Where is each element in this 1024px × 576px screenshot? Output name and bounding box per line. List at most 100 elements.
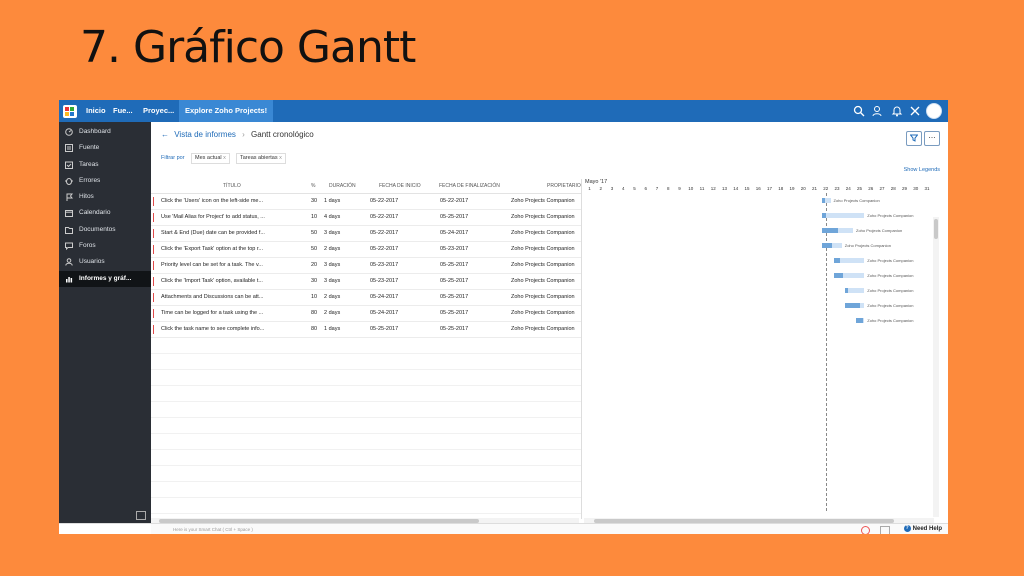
priority-marker <box>153 261 154 270</box>
table-row[interactable]: Click the 'Users' icon on the left-side … <box>151 194 581 210</box>
empty-row <box>151 418 581 434</box>
nav-inicio[interactable]: Inicio <box>86 100 106 122</box>
tab-explore-zoho-projects[interactable]: Explore Zoho Projects! <box>179 100 274 122</box>
cell-pct: 30 <box>311 278 318 284</box>
filter-button[interactable] <box>906 131 922 146</box>
table-row[interactable]: Click the 'Import Task' option, availabl… <box>151 274 581 290</box>
gantt-bar-label: Zoho Projects Companion <box>867 302 914 308</box>
sidebar-item-calendario[interactable]: Calendario <box>59 205 151 221</box>
gantt-bar-label: Zoho Projects Companion <box>833 197 880 203</box>
sidebar-item-errores[interactable]: Errores <box>59 173 151 189</box>
user-switch-icon[interactable] <box>872 105 884 117</box>
cell-title[interactable]: Attachments and Discussions can be att..… <box>161 290 273 305</box>
cell-title[interactable]: Click the task name to see complete info… <box>161 322 273 337</box>
gantt-day-label: 14 <box>733 186 739 191</box>
cell-end: 05-25-2017 <box>440 326 469 332</box>
avatar[interactable] <box>926 103 942 119</box>
cell-title[interactable]: Click the 'Export Task' option at the to… <box>161 242 273 257</box>
play-icon[interactable] <box>861 526 870 534</box>
sidebar-item-tareas[interactable]: Tareas <box>59 157 151 173</box>
cell-start: 05-24-2017 <box>370 294 399 300</box>
search-icon[interactable] <box>853 105 865 117</box>
table-row[interactable]: Use 'Mail Alias for Project' to add stat… <box>151 210 581 226</box>
sidebar-item-label: Calendario <box>79 209 111 217</box>
gantt-bar[interactable] <box>822 213 865 218</box>
filter-chip-mes-actual[interactable]: Mes actual x <box>191 153 230 164</box>
need-help-button[interactable]: ? Need Help <box>903 524 942 534</box>
empty-row <box>151 434 581 450</box>
nav-proyectos[interactable]: Proyec... <box>143 100 174 122</box>
sidebar-item-dashboard[interactable]: Dashboard <box>59 124 151 140</box>
smart-chat-input[interactable]: Here is your Smart Chat ( Ctrl + Space ) <box>173 524 253 534</box>
chip-close-icon[interactable]: x <box>223 155 226 161</box>
sidebar-item-label: Informes y gráf... <box>79 274 132 282</box>
help-icon: ? <box>903 524 911 532</box>
task-table: TÍTULO % DURACIÓN FECHA DE INICIO FECHA … <box>151 179 581 514</box>
gantt-vertical-scrollbar[interactable] <box>933 217 939 517</box>
chip-label: Tareas abiertas <box>240 155 278 161</box>
breadcrumb-parent[interactable]: Vista de informes <box>174 130 236 139</box>
scroll-thumb[interactable] <box>934 219 938 239</box>
cell-duration: 1 days <box>324 198 341 204</box>
column-header-owner[interactable]: PROPIETARIO <box>547 179 581 193</box>
bell-icon[interactable] <box>891 105 903 117</box>
table-row[interactable]: Attachments and Discussions can be att..… <box>151 290 581 306</box>
collapse-sidebar-button[interactable] <box>136 511 146 520</box>
gantt-day-label: 8 <box>666 186 670 191</box>
cell-title[interactable]: Use 'Mail Alias for Project' to add stat… <box>161 210 273 225</box>
cell-pct: 80 <box>311 326 318 332</box>
show-legends-link[interactable]: Show Legends <box>904 167 940 173</box>
cell-pct: 80 <box>311 310 318 316</box>
sidebar-item-usuarios[interactable]: Usuarios <box>59 254 151 270</box>
cell-end: 05-25-2017 <box>440 214 469 220</box>
table-row[interactable]: Start & End (Due) date can be provided f… <box>151 226 581 242</box>
sidebar-item-documentos[interactable]: Documentos <box>59 222 151 238</box>
chip-close-icon[interactable]: x <box>279 155 282 161</box>
sidebar-item-label: Fuente <box>79 144 100 152</box>
column-header-start-date[interactable]: FECHA DE INICIO <box>379 179 421 193</box>
sidebar-item-label: Errores <box>79 176 101 184</box>
sidebar-item-fuente[interactable]: Fuente <box>59 140 151 156</box>
cell-pct: 30 <box>311 198 318 204</box>
gantt-day-label: 12 <box>710 186 716 191</box>
zoho-logo-icon[interactable] <box>63 103 77 118</box>
nav-fuente[interactable]: Fue... <box>113 100 133 122</box>
gantt-day-label: 30 <box>913 186 919 191</box>
filter-label: Filtrar por <box>161 155 185 161</box>
table-row[interactable]: Time can be logged for a task using the … <box>151 306 581 322</box>
gantt-bar-label: Zoho Projects Companion <box>867 317 914 323</box>
cell-title[interactable]: Click the 'Import Task' option, availabl… <box>161 274 273 289</box>
gantt-bar-label: Zoho Projects Companion <box>844 242 891 248</box>
back-arrow-icon[interactable]: ← <box>161 130 169 139</box>
gantt-bar-progress <box>844 303 861 308</box>
sidebar-item-informes[interactable]: Informes y gráf... <box>59 270 151 287</box>
table-row[interactable]: Click the 'Export Task' option at the to… <box>151 242 581 258</box>
cell-title[interactable]: Click the 'Users' icon on the left-side … <box>161 194 273 209</box>
chip-label: Mes actual <box>195 155 222 161</box>
cell-title[interactable]: Time can be logged for a task using the … <box>161 306 273 321</box>
forums-icon <box>65 242 73 251</box>
table-row[interactable]: Click the task name to see complete info… <box>151 322 581 338</box>
tools-icon[interactable] <box>909 105 921 117</box>
column-header-percent[interactable]: % <box>311 179 315 193</box>
cell-title[interactable]: Start & End (Due) date can be provided f… <box>161 226 273 241</box>
smart-chat-bar: Here is your Smart Chat ( Ctrl + Space )… <box>151 523 948 534</box>
cell-owner: Zoho Projects Companion <box>511 246 575 252</box>
column-header-duration[interactable]: DURACIÓN <box>329 179 356 193</box>
table-row[interactable]: Priority level can be set for a task. Th… <box>151 258 581 274</box>
column-header-end-date[interactable]: FECHA DE FINALIZACIÓN <box>439 179 500 193</box>
empty-row <box>151 498 581 514</box>
cell-duration: 1 days <box>324 326 341 332</box>
column-header-title[interactable]: TÍTULO <box>223 179 241 193</box>
gantt-day-label: 31 <box>924 186 930 191</box>
sidebar-item-foros[interactable]: Foros <box>59 238 151 254</box>
filter-chip-tareas-abiertas[interactable]: Tareas abiertas x <box>236 153 286 164</box>
more-options-button[interactable]: ⋯ <box>924 131 940 146</box>
gantt-day-label: 19 <box>789 186 795 191</box>
sidebar-item-hitos[interactable]: Hitos <box>59 189 151 205</box>
keyboard-icon[interactable] <box>880 526 890 534</box>
cell-title[interactable]: Priority level can be set for a task. Th… <box>161 258 273 273</box>
cell-end: 05-25-2017 <box>440 278 469 284</box>
cell-duration: 3 days <box>324 262 341 268</box>
cell-duration: 3 days <box>324 230 341 236</box>
